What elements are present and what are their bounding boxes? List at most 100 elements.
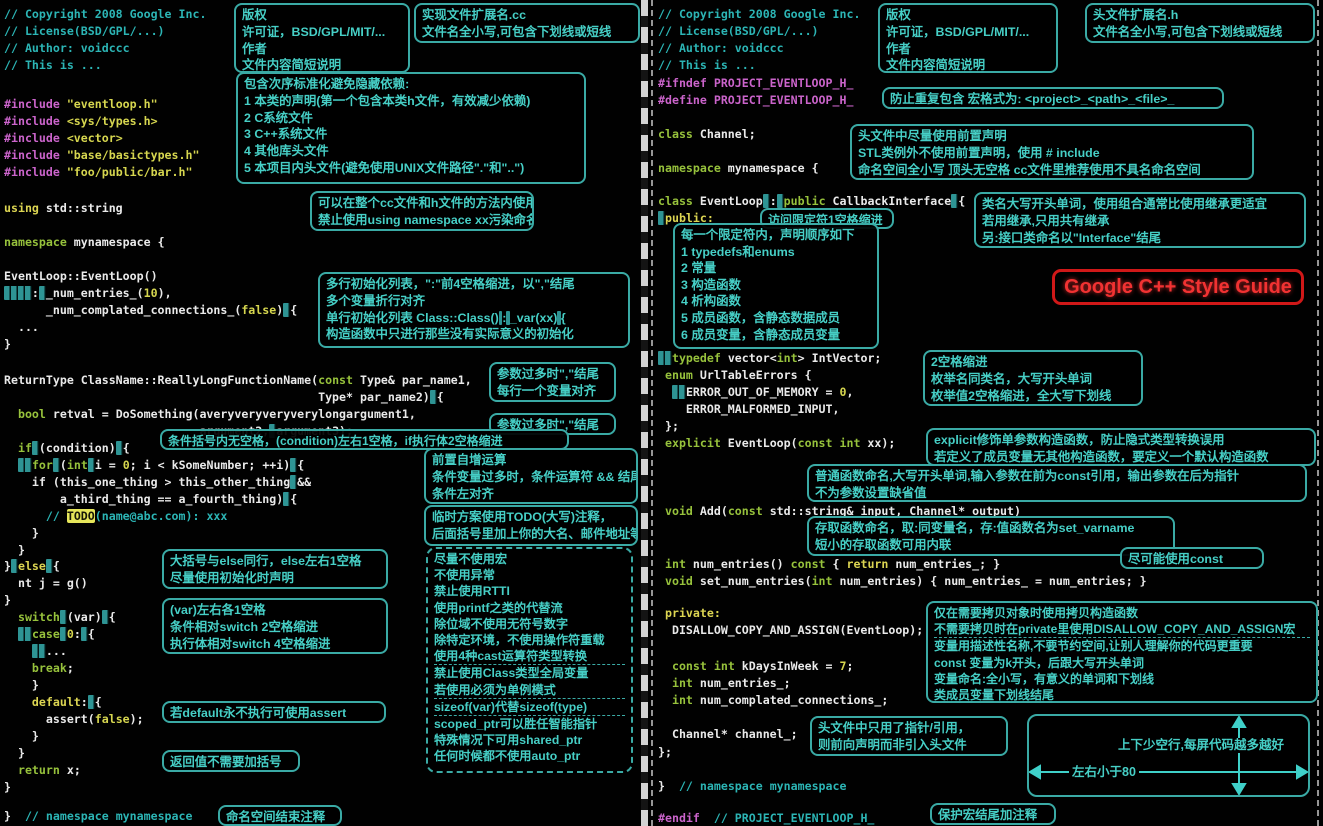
code-line: int num_entries() const { return num_ent… [658,556,1000,573]
code-segment: void [665,574,693,588]
annotation-line: 执行体相对switch 4空格缩进 [170,636,380,653]
annotation-line: 命名空间结束注释 [226,809,334,826]
code-segment [4,407,18,421]
code-segment: } [4,559,11,573]
code-line: _num_complated_connections_(false) { [4,302,297,319]
code-line: }; [658,418,679,435]
annotation-box: 仅在需要拷贝对象时使用拷贝构造函数不需要拷贝时在private里使用DISALL… [926,601,1318,703]
annotation-line: 条件左对齐 [432,486,630,503]
code-segment: x; [60,763,81,777]
code-segment: int [672,676,693,690]
annotation-box: 类名大写开头单词，使用组合通常比使用继承更适宜若用继承,只用共有继承另:接口类命… [974,192,1306,248]
code-segment: #ifndef PROJECT_EVENTLOOP_H_ [658,76,853,90]
code-segment: : [74,627,81,641]
code-segment: a_third_thing == a_fourth_thing) [4,492,283,506]
code-segment: 0 [67,627,74,641]
code-line: typedef vector<int> IntVector; [658,350,881,367]
code-segment: } [4,593,11,607]
code-line: enum UrlTableErrors { [658,367,812,384]
indent-block [60,627,67,641]
indent-block [53,458,60,472]
code-line: #include "foo/public/bar.h" [4,164,192,181]
code-segment [658,606,665,620]
annotation-box: (var)左右各1空格条件相对switch 2空格缩进执行体相对switch 4… [162,598,388,654]
code-segment [658,574,665,588]
code-segment: #endif [658,811,700,825]
annotation-line: 变量命名:全小写，有意义的单词和下划线 [934,671,1310,687]
code-line: if (this_one_thing > this_other_thing && [4,474,311,491]
code-segment: // License(BSD/GPL/...) [4,24,165,38]
code-line: ERROR_OUT_OF_MEMORY = 0, [658,384,853,401]
code-segment: { [123,441,130,455]
annotation-box: 实现文件扩展名.cc文件名全小写,可包含下划线或短线 [414,3,640,43]
code-segment: Channel; [693,127,756,141]
code-segment [4,763,18,777]
column-divider-dashes [651,0,653,826]
annotation-line: 不需要拷贝时在private里使用DISALLOW_COPY_AND_ASSIG… [934,621,1310,638]
code-line: bool retval = DoSomething(averyveryveryv… [4,406,416,423]
indent-block [777,194,784,208]
code-line: if (condition) { [4,440,130,457]
code-line: } // namespace mynamespace [658,778,846,795]
code-segment: }; [658,419,679,433]
indent-block [60,610,67,624]
annotation-line: 枚举名同类名，大写开头单词 [931,371,1135,388]
annotation-line: 版权 [242,7,402,24]
code-segment: set_num_entries( [693,574,812,588]
annotation-box: 多行初始化列表，":"前4空格缩进，以","结尾多个变量折行对齐单行初始化列表 … [318,272,630,348]
code-segment: <sys/types.h> [67,114,158,128]
code-segment: class [658,127,693,141]
indent-block [763,194,770,208]
indent-block [18,627,32,641]
annotation-line: scoped_ptr可以胜任智能指针 [434,716,625,732]
code-line: nt j = g() [4,575,88,592]
badge-label: Google C++ Style Guide [1064,276,1292,299]
code-segment: _num_entries_( [46,286,144,300]
code-line: #include <sys/types.h> [4,113,158,130]
indent-block [32,644,46,658]
style-guide-sheet: // Copyright 2008 Google Inc.// License(… [0,0,1323,826]
annotation-box: 尽可能使用const [1120,547,1264,569]
code-segment [658,557,665,571]
code-segment: void [665,504,693,518]
annotation-line: 文件内容简短说明 [242,57,402,73]
indent-block [18,458,32,472]
indent-block [672,385,686,399]
code-segment: nt j = g() [4,576,88,590]
annotation-box: 返回值不需要加括号 [162,750,300,772]
annotation-line: 防止重复包含 宏格式为: <project>_<path>_<file>_ [890,91,1216,108]
code-segment: int [812,574,833,588]
code-segment: Type& par_name1, [353,373,472,387]
code-line: // Copyright 2008 Google Inc. [4,6,206,23]
code-line: } [4,677,39,694]
annotation-line: 头文件扩展名.h [1093,7,1307,24]
annotation-line: 1 typedefs和enums [681,244,871,261]
code-segment: } [4,543,25,557]
metrics-arrows [1029,716,1308,795]
code-segment [658,385,672,399]
code-segment: { [290,303,297,317]
code-segment: // namespace mynamespace [25,809,193,823]
indent-block [46,559,53,573]
code-segment: { [290,492,297,506]
code-segment: false [95,712,130,726]
annotation-line: 短小的存取函数可用内联 [815,537,1167,554]
code-segment: bool [18,407,46,421]
code-segment: > IntVector; [798,351,882,365]
annotation-line: 每一个限定符内，声明顺序如下 [681,227,871,244]
annotation-line: 文件名全小写,可包含下划线或短线 [422,24,632,41]
indent-block [81,627,88,641]
code-segment: _num_complated_connections_( [4,303,241,317]
annotation-box: 版权许可证，BSD/GPL/MIT/...作者文件内容简短说明 [234,3,410,73]
code-segment: : [32,286,39,300]
code-segment: { [88,627,95,641]
annotation-box: 命名空间结束注释 [218,805,342,826]
code-segment: case [32,627,60,641]
annotation-line: 3 C++系统文件 [244,126,578,143]
annotation-line: 头文件中尽量使用前置声明 [858,128,1246,145]
code-segment: // License(BSD/GPL/...) [658,24,819,38]
code-segment: break [32,661,67,675]
annotation-box: 包含次序标准化避免隐藏依赖:1 本类的声明(第一个包含本类h文件，有效减少依赖)… [236,72,586,184]
annotation-box: 头文件扩展名.h文件名全小写,可包含下划线或短线 [1085,3,1315,43]
annotation-line: 许可证，BSD/GPL/MIT/... [242,24,402,41]
